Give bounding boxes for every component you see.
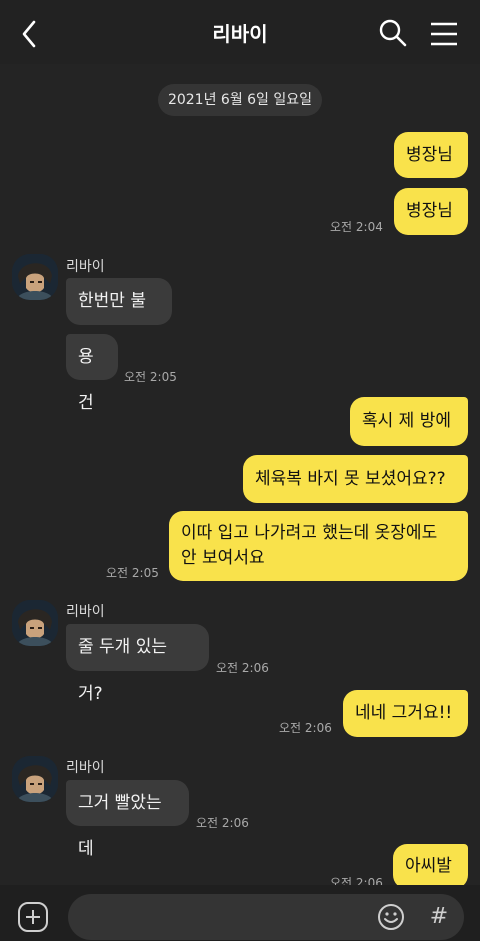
- message-time: 오전 2:06: [196, 816, 249, 830]
- date-divider: 2021년 6월 6일 일요일: [158, 84, 322, 116]
- contact-avatar[interactable]: [12, 600, 58, 646]
- message-text: 줄 두개 있는 거?: [78, 637, 168, 704]
- hashtag-search-icon[interactable]: #: [426, 902, 452, 932]
- contact-name: 리바이: [66, 259, 105, 275]
- message-bubble-theirs[interactable]: 줄 두개 있는 거?: [66, 624, 209, 704]
- message-text: 혹시 제 방에: [362, 411, 452, 431]
- message-text: 병장님: [406, 201, 453, 221]
- message-text: 체육복 바지 못 보셨어요??: [255, 469, 446, 489]
- message-bubble-mine[interactable]: 혹시 제 방에: [350, 397, 468, 446]
- message-text: 네네 그거요!!: [355, 703, 453, 723]
- message-bubble-theirs[interactable]: 용건: [66, 334, 118, 413]
- message-bubble-mine[interactable]: 이따 입고 나가려고 했는데 옷장에도 안 보여서요: [169, 511, 468, 581]
- message-time: 오전 2:04: [330, 220, 383, 234]
- message-text: 그거 빨았는데: [78, 793, 162, 859]
- message-bubble-mine[interactable]: 병장님: [394, 132, 468, 178]
- message-text: 아씨발: [405, 856, 452, 876]
- message-text-line: 이따 입고 나가려고 했는데 옷장에도: [181, 523, 438, 543]
- avatar-image-icon: [12, 254, 58, 300]
- message-bubble-mine[interactable]: 병장님: [394, 188, 468, 235]
- message-time: 오전 2:06: [216, 661, 269, 675]
- message-bubble-theirs[interactable]: 한번만 불러: [66, 278, 172, 358]
- add-attachment-icon[interactable]: [17, 901, 49, 933]
- contact-avatar[interactable]: [12, 254, 58, 300]
- message-text: 병장님: [406, 145, 453, 165]
- emoji-icon[interactable]: [376, 902, 406, 932]
- message-bubble-theirs[interactable]: 그거 빨았는데: [66, 780, 189, 859]
- search-icon[interactable]: [378, 18, 408, 48]
- message-bubble-mine[interactable]: 체육복 바지 못 보셨어요??: [243, 455, 468, 503]
- message-time: 오전 2:05: [124, 370, 177, 384]
- message-bubble-mine[interactable]: 아씨발: [393, 844, 468, 889]
- message-text: 용건: [78, 347, 94, 413]
- message-bubble-mine[interactable]: 네네 그거요!!: [343, 690, 468, 737]
- avatar-image-icon: [12, 600, 58, 646]
- chat-title: 리바이: [212, 22, 268, 46]
- contact-name: 리바이: [66, 760, 105, 776]
- contact-avatar[interactable]: [12, 756, 58, 802]
- message-time: 오전 2:05: [106, 566, 159, 580]
- chat-header: 리바이: [0, 0, 480, 64]
- hamburger-menu-icon[interactable]: [428, 18, 460, 50]
- contact-name: 리바이: [66, 604, 105, 620]
- message-text-line: 안 보여서요: [181, 548, 265, 568]
- avatar-image-icon: [12, 756, 58, 802]
- message-time: 오전 2:06: [279, 721, 332, 735]
